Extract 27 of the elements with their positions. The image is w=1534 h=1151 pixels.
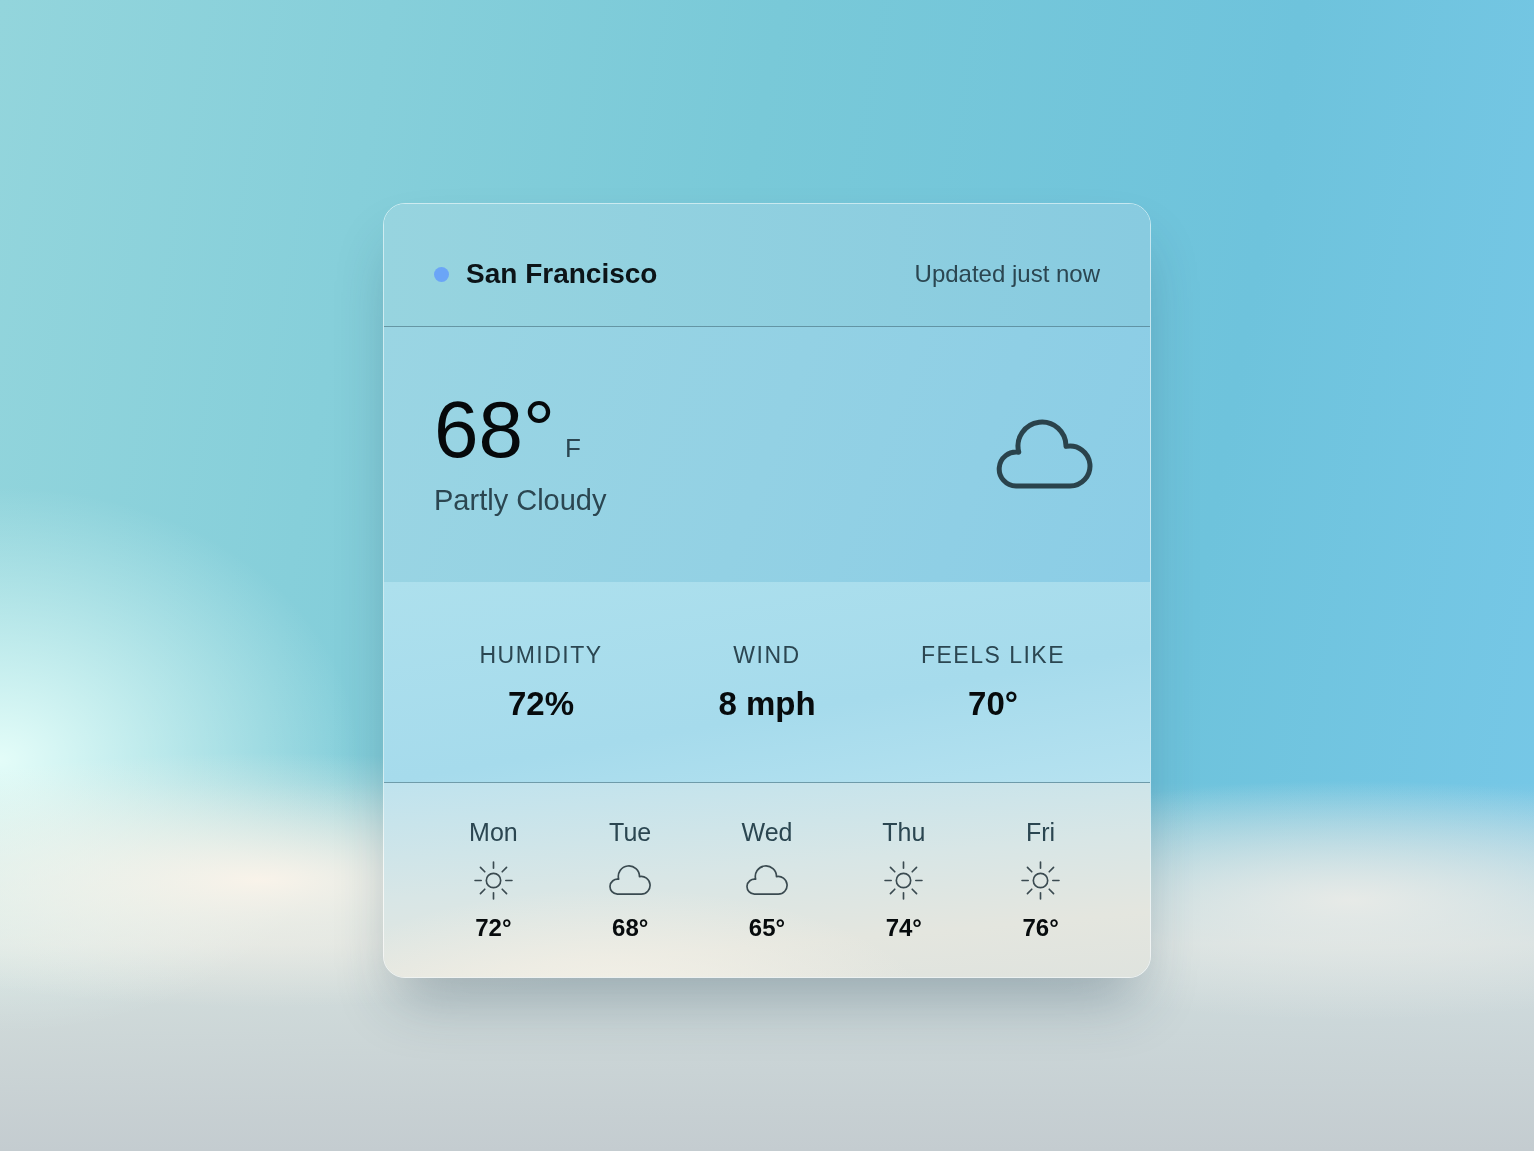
condition-text: Partly Cloudy: [434, 483, 607, 518]
stat-value: 8 mph: [718, 684, 816, 724]
day-label: Fri: [1026, 817, 1056, 847]
cloud-icon: [996, 419, 1093, 489]
day-label: Thu: [882, 817, 926, 847]
stat-label: HUMIDITY: [479, 641, 603, 670]
day-temperature: 76°: [1022, 913, 1059, 943]
updated-time: Updated just now: [914, 259, 1100, 289]
cloud-icon: [609, 865, 652, 895]
day-temperature: 65°: [748, 913, 786, 943]
stat-label: FEELS LIKE: [920, 641, 1066, 670]
day-label: Wed: [741, 817, 793, 847]
stat-value: 72%: [507, 684, 575, 724]
city-name: San Francisco: [466, 257, 658, 291]
sun-icon: [473, 860, 513, 900]
day-temperature: 72°: [475, 913, 512, 943]
stat-label: WIND: [733, 641, 801, 670]
sun-icon: [1021, 860, 1061, 900]
day-temperature: 68°: [612, 913, 649, 943]
temperature: 68°: [434, 390, 555, 470]
temperature-unit: F: [565, 433, 581, 463]
day-label: Mon: [469, 817, 518, 847]
stat-value: 70°: [968, 684, 1018, 724]
sun-icon: [884, 860, 924, 900]
day-temperature: 74°: [885, 913, 922, 943]
day-label: Tue: [609, 817, 652, 847]
cloud-icon: [746, 865, 788, 895]
